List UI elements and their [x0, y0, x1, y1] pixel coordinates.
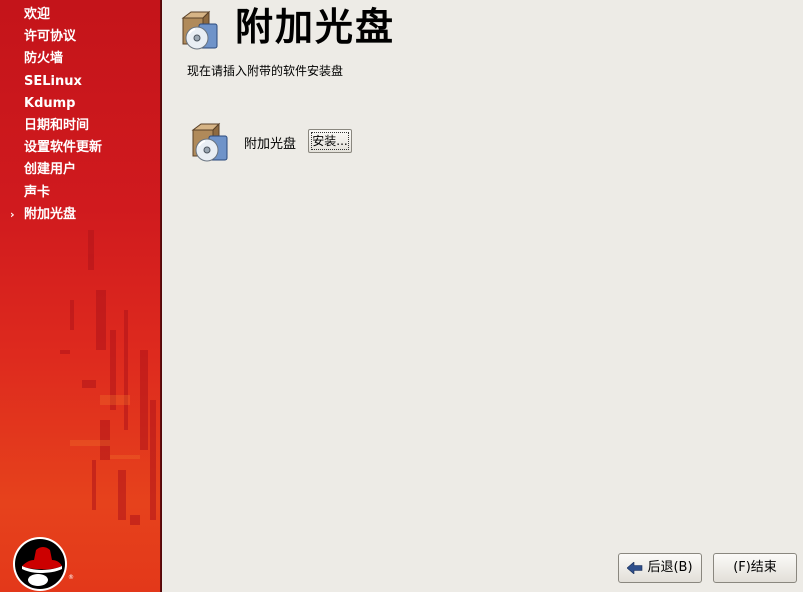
sidebar-item-label: 声卡	[24, 184, 51, 200]
sidebar-item-selinux: SELinux	[0, 71, 102, 93]
sidebar-divider	[160, 0, 162, 592]
sidebar-item-firewall: 防火墙	[0, 48, 102, 70]
sidebar-item-label: Kdump	[24, 95, 76, 111]
sidebar-item-label: 创建用户	[24, 162, 77, 178]
sidebar-item-label: 欢迎	[24, 7, 51, 22]
back-button[interactable]: 后退(B)	[618, 553, 702, 583]
disc-label: 附加光盘	[244, 137, 297, 152]
package-disc-icon	[191, 122, 228, 162]
sidebar-item-sound-card: 声卡	[0, 182, 102, 204]
sidebar-item-kdump: Kdump	[0, 93, 102, 115]
sidebar-item-create-user: 创建用户	[0, 159, 102, 181]
sidebar-item-license: 许可协议	[0, 26, 102, 48]
current-step-marker-icon: ›	[10, 207, 15, 221]
sidebar-item-label: 设置软件更新	[24, 140, 103, 156]
sidebar-item-label: 附加光盘	[24, 206, 77, 222]
sidebar-item-software-updates: 设置软件更新	[0, 137, 102, 159]
sidebar-item-date-time: 日期和时间	[0, 115, 102, 137]
sidebar: 欢迎 许可协议 防火墙 SELinux Kdump 日期和时间 设置软件更新 创…	[0, 0, 162, 592]
sidebar-item-welcome: 欢迎	[0, 4, 102, 26]
main-panel: 附加光盘 现在请插入附带的软件安装盘 附加光盘 安装... 后退(B) (F)结…	[163, 0, 803, 592]
sidebar-steps: 欢迎 许可协议 防火墙 SELinux Kdump 日期和时间 设置软件更新 创…	[0, 4, 102, 226]
install-button[interactable]: 安装...	[308, 129, 352, 153]
sidebar-item-label: SELinux	[24, 73, 82, 89]
page-subtitle: 现在请插入附带的软件安装盘	[187, 64, 344, 78]
registered-mark-icon: ®	[68, 574, 74, 581]
package-disc-icon	[181, 10, 218, 50]
sidebar-item-additional-cds: › 附加光盘	[0, 204, 102, 226]
sidebar-item-label: 防火墙	[24, 51, 64, 67]
finish-button[interactable]: (F)结束	[713, 553, 797, 583]
redhat-logo-icon	[13, 537, 67, 591]
back-arrow-icon	[627, 561, 643, 574]
sidebar-item-label: 日期和时间	[24, 117, 90, 133]
sidebar-item-label: 许可协议	[24, 29, 77, 45]
back-button-label: 后退(B)	[647, 560, 693, 575]
page-title: 附加光盘	[235, 5, 396, 49]
